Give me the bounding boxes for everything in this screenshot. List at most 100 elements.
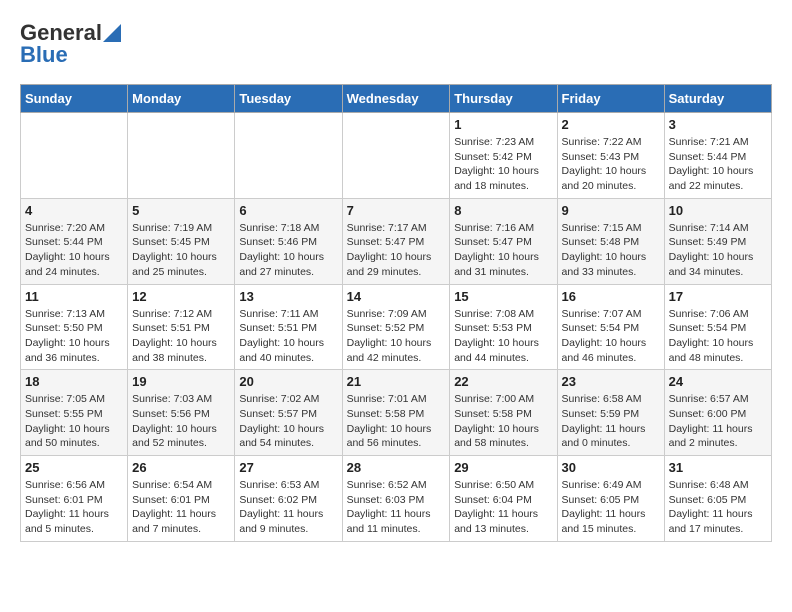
day-info: Sunrise: 6:50 AM: [454, 478, 552, 493]
day-info: Daylight: 10 hours: [669, 336, 767, 351]
weekday-header-friday: Friday: [557, 85, 664, 113]
day-info: and 11 minutes.: [347, 522, 446, 537]
calendar-cell: 11Sunrise: 7:13 AMSunset: 5:50 PMDayligh…: [21, 284, 128, 370]
calendar-cell: 14Sunrise: 7:09 AMSunset: 5:52 PMDayligh…: [342, 284, 450, 370]
day-info: Daylight: 10 hours: [669, 250, 767, 265]
day-number: 17: [669, 289, 767, 304]
day-number: 9: [562, 203, 660, 218]
day-info: Daylight: 11 hours: [25, 507, 123, 522]
day-info: and 2 minutes.: [669, 436, 767, 451]
calendar-cell: 8Sunrise: 7:16 AMSunset: 5:47 PMDaylight…: [450, 198, 557, 284]
day-info: Sunrise: 7:02 AM: [239, 392, 337, 407]
logo-blue-text: Blue: [20, 42, 68, 68]
day-info: Daylight: 11 hours: [132, 507, 230, 522]
day-info: Sunrise: 7:17 AM: [347, 221, 446, 236]
day-info: Daylight: 10 hours: [347, 336, 446, 351]
calendar-cell: 7Sunrise: 7:17 AMSunset: 5:47 PMDaylight…: [342, 198, 450, 284]
calendar-cell: 12 Sunrise: 7:12 AMSunset: 5:51 PMDayligh…: [128, 284, 235, 370]
calendar-cell: 28Sunrise: 6:52 AMSunset: 6:03 PMDayligh…: [342, 456, 450, 542]
day-info: Sunset: 6:05 PM: [562, 493, 660, 508]
calendar-cell: 1Sunrise: 7:23 AMSunset: 5:42 PMDaylight…: [450, 113, 557, 199]
day-number: 29: [454, 460, 552, 475]
day-info: Sunrise: 7:12 AM: [132, 307, 230, 322]
day-info: Daylight: 10 hours: [669, 164, 767, 179]
day-number: 25: [25, 460, 123, 475]
day-number: 1: [454, 117, 552, 132]
calendar-cell: 6Sunrise: 7:18 AMSunset: 5:46 PMDaylight…: [235, 198, 342, 284]
day-info: Sunset: 5:51 PM: [132, 321, 230, 336]
day-info: Sunrise: 7:18 AM: [239, 221, 337, 236]
day-number: 30: [562, 460, 660, 475]
day-info: Daylight: 10 hours: [239, 336, 337, 351]
weekday-header-thursday: Thursday: [450, 85, 557, 113]
day-number: 14: [347, 289, 446, 304]
calendar-cell: 2Sunrise: 7:22 AMSunset: 5:43 PMDaylight…: [557, 113, 664, 199]
day-info: Daylight: 10 hours: [132, 250, 230, 265]
day-info: and 0 minutes.: [562, 436, 660, 451]
day-info: and 13 minutes.: [454, 522, 552, 537]
day-info: Sunrise: 7:07 AM: [562, 307, 660, 322]
calendar-cell: 25Sunrise: 6:56 AMSunset: 6:01 PMDayligh…: [21, 456, 128, 542]
weekday-header-wednesday: Wednesday: [342, 85, 450, 113]
day-info: and 38 minutes.: [132, 351, 230, 366]
day-info: Daylight: 10 hours: [454, 250, 552, 265]
day-info: Sunset: 5:57 PM: [239, 407, 337, 422]
day-info: and 40 minutes.: [239, 351, 337, 366]
day-info: Sunset: 5:56 PM: [132, 407, 230, 422]
day-number: 20: [239, 374, 337, 389]
day-info: Sunrise: 7:03 AM: [132, 392, 230, 407]
calendar-cell: 16Sunrise: 7:07 AMSunset: 5:54 PMDayligh…: [557, 284, 664, 370]
day-info: Sunset: 5:51 PM: [239, 321, 337, 336]
day-info: Daylight: 10 hours: [454, 164, 552, 179]
day-info: Sunset: 5:48 PM: [562, 235, 660, 250]
calendar-cell: 29Sunrise: 6:50 AMSunset: 6:04 PMDayligh…: [450, 456, 557, 542]
day-info: Sunset: 5:59 PM: [562, 407, 660, 422]
day-number: 24: [669, 374, 767, 389]
day-info: Sunrise: 7:06 AM: [669, 307, 767, 322]
day-info: Sunrise: 6:48 AM: [669, 478, 767, 493]
day-info: and 54 minutes.: [239, 436, 337, 451]
day-info: Sunset: 5:52 PM: [347, 321, 446, 336]
day-info: Sunset: 6:05 PM: [669, 493, 767, 508]
day-info: Sunset: 5:49 PM: [669, 235, 767, 250]
day-info: Sunset: 6:03 PM: [347, 493, 446, 508]
day-number: 10: [669, 203, 767, 218]
day-info: Sunset: 5:55 PM: [25, 407, 123, 422]
day-info: Sunrise: 7:20 AM: [25, 221, 123, 236]
day-info: and 17 minutes.: [669, 522, 767, 537]
day-info: Daylight: 10 hours: [25, 336, 123, 351]
day-info: Daylight: 10 hours: [454, 336, 552, 351]
day-info: and 44 minutes.: [454, 351, 552, 366]
day-info: and 56 minutes.: [347, 436, 446, 451]
weekday-header-saturday: Saturday: [664, 85, 771, 113]
day-number: 12: [132, 289, 230, 304]
day-info: Daylight: 11 hours: [239, 507, 337, 522]
day-info: Daylight: 10 hours: [132, 422, 230, 437]
logo: General Blue: [20, 20, 122, 68]
day-info: and 52 minutes.: [132, 436, 230, 451]
calendar-cell: 26Sunrise: 6:54 AMSunset: 6:01 PMDayligh…: [128, 456, 235, 542]
calendar-cell: 20Sunrise: 7:02 AMSunset: 5:57 PMDayligh…: [235, 370, 342, 456]
day-info: Sunset: 5:46 PM: [239, 235, 337, 250]
day-info: Sunset: 6:01 PM: [25, 493, 123, 508]
calendar-cell: 5Sunrise: 7:19 AMSunset: 5:45 PMDaylight…: [128, 198, 235, 284]
day-info: Sunrise: 7:21 AM: [669, 135, 767, 150]
calendar-cell: [128, 113, 235, 199]
day-info: Daylight: 10 hours: [132, 336, 230, 351]
day-info: and 27 minutes.: [239, 265, 337, 280]
day-info: and 24 minutes.: [25, 265, 123, 280]
calendar-cell: [21, 113, 128, 199]
day-info: Sunrise: 7:15 AM: [562, 221, 660, 236]
day-info: Sunset: 5:43 PM: [562, 150, 660, 165]
weekday-header-sunday: Sunday: [21, 85, 128, 113]
logo-triangle-icon: [103, 24, 121, 42]
page-header: General Blue: [20, 20, 772, 68]
day-number: 8: [454, 203, 552, 218]
day-info: and 15 minutes.: [562, 522, 660, 537]
day-number: 27: [239, 460, 337, 475]
calendar-cell: 13Sunrise: 7:11 AMSunset: 5:51 PMDayligh…: [235, 284, 342, 370]
day-info: Sunset: 5:54 PM: [562, 321, 660, 336]
day-info: Sunset: 5:54 PM: [669, 321, 767, 336]
day-info: Daylight: 11 hours: [562, 422, 660, 437]
day-info: and 36 minutes.: [25, 351, 123, 366]
